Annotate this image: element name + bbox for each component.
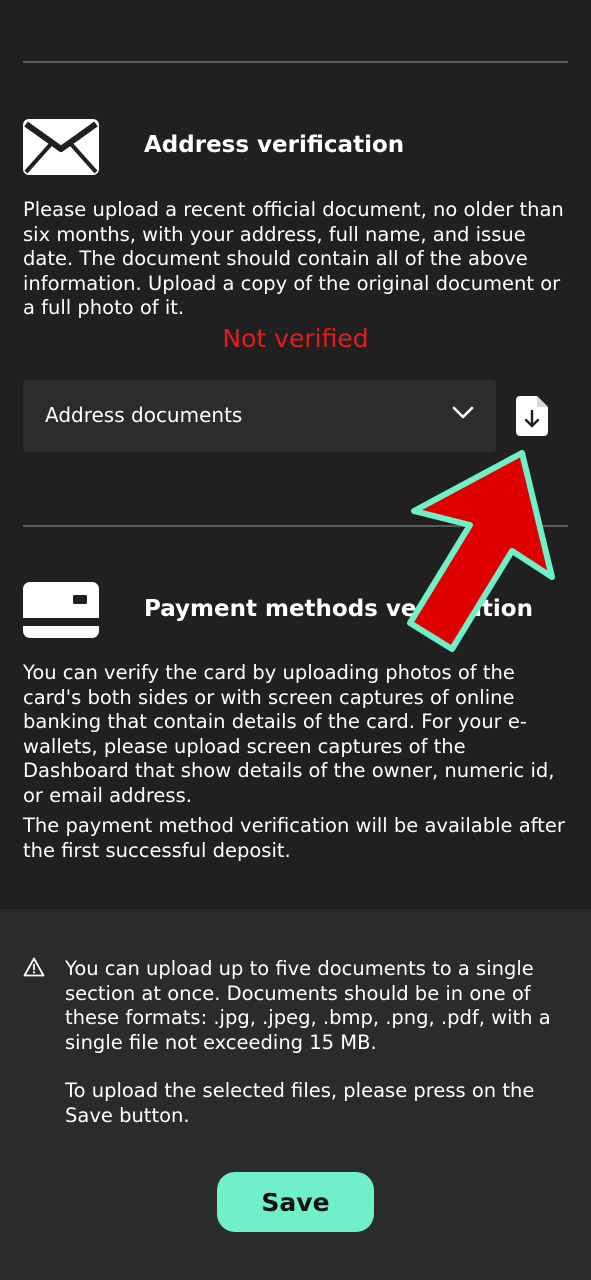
- chevron-down-icon: [452, 406, 474, 419]
- file-download-icon[interactable]: [516, 396, 548, 436]
- credit-card-icon: [23, 582, 99, 638]
- verification-status: Not verified: [222, 324, 369, 353]
- select-value: Address documents: [45, 403, 243, 427]
- top-divider: [23, 61, 568, 63]
- envelope-icon: [23, 119, 99, 175]
- address-verification-description: Please upload a recent official document…: [23, 198, 564, 319]
- upload-limits-text: You can upload up to five documents to a…: [65, 957, 551, 1054]
- pointer-arrow-icon: [407, 450, 555, 652]
- address-verification-title: Address verification: [144, 132, 405, 158]
- save-hint-text: To upload the selected files, please pre…: [65, 1079, 535, 1127]
- address-documents-select[interactable]: Address documents: [23, 380, 496, 452]
- save-button[interactable]: Save: [217, 1172, 374, 1232]
- payment-availability-note: The payment method verification will be …: [23, 814, 565, 862]
- warning-icon: [23, 957, 45, 977]
- payment-methods-description: You can verify the card by uploading pho…: [23, 661, 555, 807]
